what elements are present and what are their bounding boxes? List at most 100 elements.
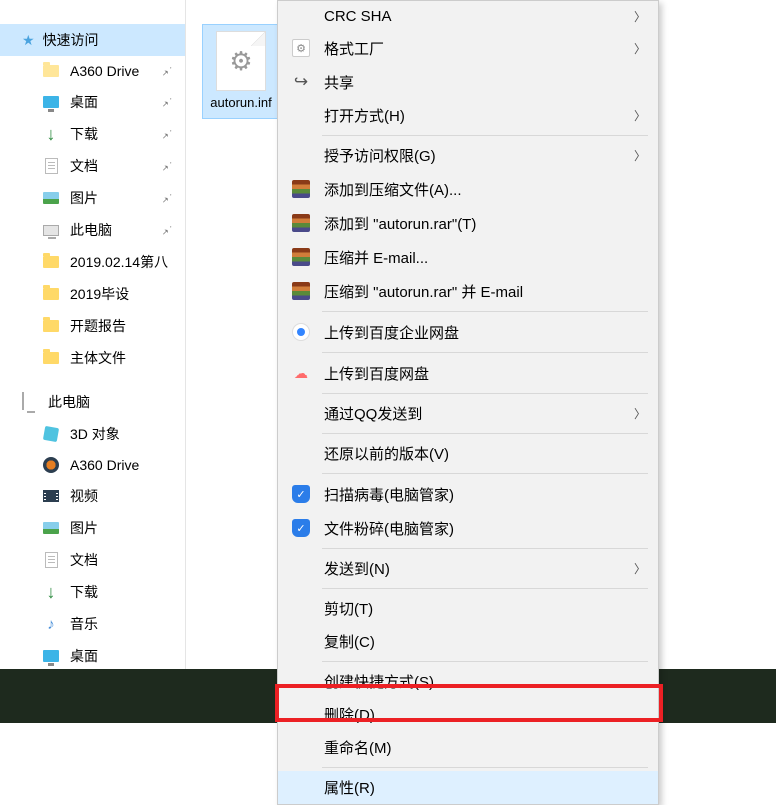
menu-item[interactable]: ☁上传到百度网盘 [278,356,658,390]
folder-light-icon [42,62,60,80]
sidebar-item-label: 2019.02.14第八 [70,252,168,272]
folder-icon [42,317,60,335]
chevron-right-icon: 〉 [634,107,646,124]
menu-item[interactable]: 复制(C) [278,625,658,658]
3d-icon [42,425,60,443]
sidebar-item-label: 音乐 [70,614,98,634]
sidebar-item-label: 主体文件 [70,348,126,368]
sidebar-item[interactable]: 主体文件 [0,342,185,374]
menu-item-label: 格式工厂 [324,38,624,59]
picture-icon [42,519,60,537]
star-icon: ★ [22,32,35,49]
menu-item-label: CRC SHA [324,8,624,25]
file-item-autorun[interactable]: ⚙ autorun.inf [202,24,280,119]
a360-icon [42,456,60,474]
pc-icon [22,393,40,411]
menu-item[interactable]: 通过QQ发送到〉 [278,397,658,430]
sidebar-item[interactable]: ↓ 下载 [0,576,185,608]
sidebar-item[interactable]: 桌面 [0,86,185,118]
factory-icon: ⚙ [290,37,312,59]
sidebar-item[interactable]: A360 Drive [0,450,185,480]
sidebar-item-label: 文档 [70,550,98,570]
picture-icon [42,189,60,207]
menu-separator [322,433,648,434]
chevron-right-icon: 〉 [634,40,646,57]
video-icon [42,487,60,505]
sidebar-item-label: 图片 [70,518,98,538]
menu-item[interactable]: 压缩并 E-mail... [278,240,658,274]
menu-item[interactable]: ⚙ 格式工厂〉 [278,31,658,65]
sidebar-item[interactable]: 图片 [0,512,185,544]
menu-separator [322,661,648,662]
menu-separator [322,393,648,394]
sidebar-item[interactable]: 此电脑 [0,214,185,246]
pin-icon [161,127,173,142]
menu-item[interactable]: 重命名(M) [278,731,658,764]
menu-item-label: 添加到压缩文件(A)... [324,179,646,200]
menu-item[interactable]: ✓文件粉碎(电脑管家) [278,511,658,545]
menu-item[interactable]: 创建快捷方式(S) [278,665,658,698]
menu-item[interactable]: 还原以前的版本(V) [278,437,658,470]
menu-item[interactable]: 发送到(N)〉 [278,552,658,585]
baidu-ent-icon [290,321,312,343]
menu-item-label: 共享 [324,72,646,93]
baidu-icon: ☁ [290,362,312,384]
sidebar-item[interactable]: A360 Drive [0,56,185,86]
sidebar-item-label: 下载 [70,124,98,144]
menu-item[interactable]: 授予访问权限(G)〉 [278,139,658,172]
pin-icon [161,223,173,238]
menu-item[interactable]: 添加到压缩文件(A)... [278,172,658,206]
folder-icon [42,253,60,271]
menu-item[interactable]: 压缩到 "autorun.rar" 并 E-mail [278,274,658,308]
menu-separator [322,311,648,312]
document-icon [42,551,60,569]
sidebar-item[interactable]: 视频 [0,480,185,512]
chevron-right-icon: 〉 [634,8,646,25]
menu-item[interactable]: ↪共享 [278,65,658,99]
download-icon: ↓ [42,125,60,143]
rar-icon [290,212,312,234]
pin-icon [161,159,173,174]
menu-item[interactable]: 添加到 "autorun.rar"(T) [278,206,658,240]
sidebar-item[interactable]: ♪ 音乐 [0,608,185,640]
menu-item-label: 属性(R) [324,777,646,798]
sidebar-item-label: 视频 [70,486,98,506]
menu-item-label: 创建快捷方式(S) [324,671,646,692]
menu-separator [322,135,648,136]
menu-item-label: 发送到(N) [324,558,624,579]
sidebar-item[interactable]: 文档 [0,150,185,182]
menu-item[interactable]: ✓扫描病毒(电脑管家) [278,477,658,511]
this-pc-header[interactable]: 此电脑 [0,386,185,418]
sidebar-item-label: 桌面 [70,646,98,666]
file-icon: ⚙ [216,31,266,91]
rar-icon [290,178,312,200]
menu-item-label: 复制(C) [324,631,646,652]
menu-separator [322,767,648,768]
menu-item-label: 删除(D) [324,704,646,725]
sidebar-item[interactable]: 图片 [0,182,185,214]
sidebar-item[interactable]: ↓ 下载 [0,118,185,150]
menu-separator [322,352,648,353]
menu-separator [322,473,648,474]
sidebar-item[interactable]: 2019.02.14第八 [0,246,185,278]
sidebar-item-label: 文档 [70,156,98,176]
sidebar-item[interactable]: 开题报告 [0,310,185,342]
menu-item[interactable]: 删除(D) [278,698,658,731]
pin-icon [161,191,173,206]
this-pc-label: 此电脑 [48,392,90,412]
sidebar-item[interactable]: 桌面 [0,640,185,671]
folder-icon [42,349,60,367]
menu-item[interactable]: CRC SHA 〉 [278,1,658,31]
menu-item-label: 压缩并 E-mail... [324,247,646,268]
sidebar-item[interactable]: 3D 对象 [0,418,185,450]
menu-item[interactable]: 属性(R) [278,771,658,804]
quick-access-header[interactable]: ★ 快速访问 [0,24,185,56]
sidebar-item-label: 下载 [70,582,98,602]
monitor-icon [42,93,60,111]
menu-item[interactable]: 剪切(T) [278,592,658,625]
sidebar-item[interactable]: 2019毕设 [0,278,185,310]
rar-icon [290,280,312,302]
menu-item[interactable]: 上传到百度企业网盘 [278,315,658,349]
menu-item[interactable]: 打开方式(H)〉 [278,99,658,132]
sidebar-item[interactable]: 文档 [0,544,185,576]
